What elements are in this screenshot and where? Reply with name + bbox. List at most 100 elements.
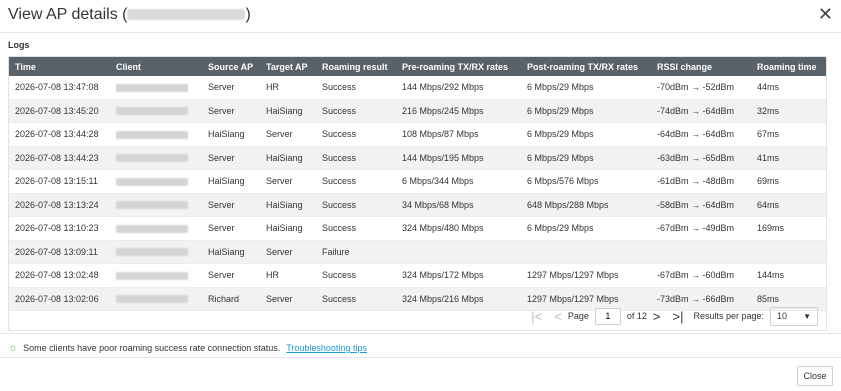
table-body: 2026-07-08 13:47:08 Server HR Success 144 Mb… (9, 76, 826, 311)
table-cell: HR (260, 76, 316, 100)
redacted-client (116, 177, 188, 186)
close-icon[interactable]: ✕ (818, 4, 833, 24)
column-header[interactable]: RSSI change (651, 57, 751, 76)
table-cell: 6 Mbps/29 Mbps (521, 146, 651, 170)
table-cell (110, 240, 202, 264)
table-cell: Success (316, 193, 396, 217)
table-row[interactable]: 2026-07-08 13:09:11 HaiSiang Server Failure (9, 240, 826, 264)
table-cell: 2026-07-08 13:45:20 (9, 99, 110, 123)
logs-table-card: Time Client Source AP Target AP Roaming resu… (8, 56, 827, 331)
table-cell: Success (316, 263, 396, 288)
table-cell: 2026-07-08 13:15:11 (9, 169, 110, 194)
table-header-row: Time Client Source AP Target AP Roaming resu… (9, 57, 826, 76)
table-cell: -74dBm → -64dBm (651, 99, 751, 123)
table-cell: 648 Mbps/288 Mbps (521, 193, 651, 217)
column-header[interactable]: Pre-roaming TX/RX rates (396, 57, 521, 76)
troubleshooting-tips-link[interactable]: Troubleshooting tips (286, 343, 367, 353)
table-cell: 2026-07-08 13:10:23 (9, 216, 110, 241)
tip-text: Some clients have poor roaming success r… (23, 343, 281, 353)
next-page-icon[interactable]: > (653, 309, 661, 324)
redacted-client (116, 107, 188, 116)
table-cell: Server (260, 240, 316, 264)
table-cell: HaiSiang (260, 216, 316, 241)
content-divider (0, 333, 841, 334)
table-cell (396, 240, 521, 264)
page-label: Page (567, 311, 589, 321)
dialog-title: View AP details () (8, 6, 251, 24)
table-row[interactable]: 2026-07-08 13:44:23 Server HaiSiang Success… (9, 146, 826, 170)
table-cell: Success (316, 122, 396, 147)
dialog-header: View AP details () ✕ (0, 0, 841, 32)
column-header[interactable]: Post-roaming TX/RX rates (521, 57, 651, 76)
table-cell: 324 Mbps/480 Mbps (396, 216, 521, 241)
table-row[interactable]: 2026-07-08 13:15:11 HaiSiang Server Success… (9, 169, 826, 194)
table-row[interactable]: 2026-07-08 13:13:24 Server HaiSiang Success… (9, 193, 826, 217)
lightbulb-icon: ☼ (8, 342, 19, 354)
table-cell: 2026-07-08 13:09:11 (9, 240, 110, 264)
table-cell: -58dBm → -64dBm (651, 193, 751, 217)
redacted-client (116, 248, 188, 257)
table-cell: 6 Mbps/576 Mbps (521, 169, 651, 194)
prev-page-icon[interactable]: < (554, 309, 562, 324)
column-header[interactable]: Roaming result (316, 57, 396, 76)
table-cell: 1297 Mbps/1297 Mbps (521, 263, 651, 288)
table-cell: 2026-07-08 13:13:24 (9, 193, 110, 217)
table-cell: HaiSiang (260, 99, 316, 123)
table-cell (110, 263, 202, 288)
redacted-client (116, 271, 188, 280)
table-cell: 216 Mbps/245 Mbps (396, 99, 521, 123)
table-cell: 6 Mbps/29 Mbps (521, 99, 651, 123)
table-cell (110, 122, 202, 147)
table-cell: 2026-07-08 13:02:48 (9, 263, 110, 288)
table-cell: -63dBm → -65dBm (651, 146, 751, 170)
header-divider (0, 32, 841, 33)
table-cell: Success (316, 146, 396, 170)
logs-label: Logs (8, 40, 30, 50)
table-cell: 2026-07-08 13:47:08 (9, 76, 110, 100)
table-cell: 6 Mbps/29 Mbps (521, 76, 651, 100)
redacted-ap-name (127, 9, 246, 21)
table-cell: 6 Mbps/29 Mbps (521, 216, 651, 241)
table-cell: 144 Mbps/195 Mbps (396, 146, 521, 170)
results-per-page-label: Results per page: (693, 311, 764, 321)
table-cell: Server (202, 76, 260, 100)
table-cell: Server (202, 216, 260, 241)
table-cell: Server (260, 122, 316, 147)
table-row[interactable]: 2026-07-08 13:02:48 Server HR Success 324 Mb… (9, 263, 826, 288)
table-row[interactable]: 2026-07-08 13:47:08 Server HR Success 144 Mb… (9, 76, 826, 100)
table-cell: Success (316, 169, 396, 194)
table-cell: 324 Mbps/172 Mbps (396, 263, 521, 288)
table-cell: HaiSiang (260, 193, 316, 217)
results-per-page-select[interactable]: 10 ▼ (770, 306, 818, 326)
table-cell: 144 Mbps/292 Mbps (396, 76, 521, 100)
title-suffix: ) (245, 6, 251, 23)
table-cell (751, 240, 826, 264)
table-row[interactable]: 2026-07-08 13:10:23 Server HaiSiang Success… (9, 216, 826, 241)
chevron-down-icon: ▼ (803, 311, 811, 321)
table-cell: Server (202, 99, 260, 123)
table-row[interactable]: 2026-07-08 13:45:20 Server HaiSiang Success… (9, 99, 826, 123)
logs-table: Time Client Source AP Target AP Roaming resu… (9, 57, 826, 311)
pagination: |< < Page of 12 > >| Results per page: 1… (9, 302, 826, 330)
table-row[interactable]: 2026-07-08 13:44:28 HaiSiang Server Success… (9, 122, 826, 147)
redacted-client (116, 201, 188, 210)
footer-divider (0, 357, 841, 358)
column-header[interactable]: Time (9, 57, 110, 76)
column-header[interactable]: Source AP (202, 57, 260, 76)
page-of-label: of 12 (626, 311, 647, 321)
first-page-icon[interactable]: |< (531, 309, 542, 324)
table-cell: Failure (316, 240, 396, 264)
column-header[interactable]: Client (110, 57, 202, 76)
table-cell: -67dBm → -49dBm (651, 216, 751, 241)
table-cell: 32ms (751, 99, 826, 123)
table-cell (110, 99, 202, 123)
table-cell: Server (202, 263, 260, 288)
table-cell (521, 240, 651, 264)
table-cell: 108 Mbps/87 Mbps (396, 122, 521, 147)
column-header[interactable]: Roaming time (751, 57, 826, 76)
column-header[interactable]: Target AP (260, 57, 316, 76)
table-cell: Success (316, 216, 396, 241)
page-number-input[interactable] (594, 307, 621, 325)
close-button[interactable]: Close (797, 366, 833, 386)
last-page-icon[interactable]: >| (672, 309, 683, 324)
